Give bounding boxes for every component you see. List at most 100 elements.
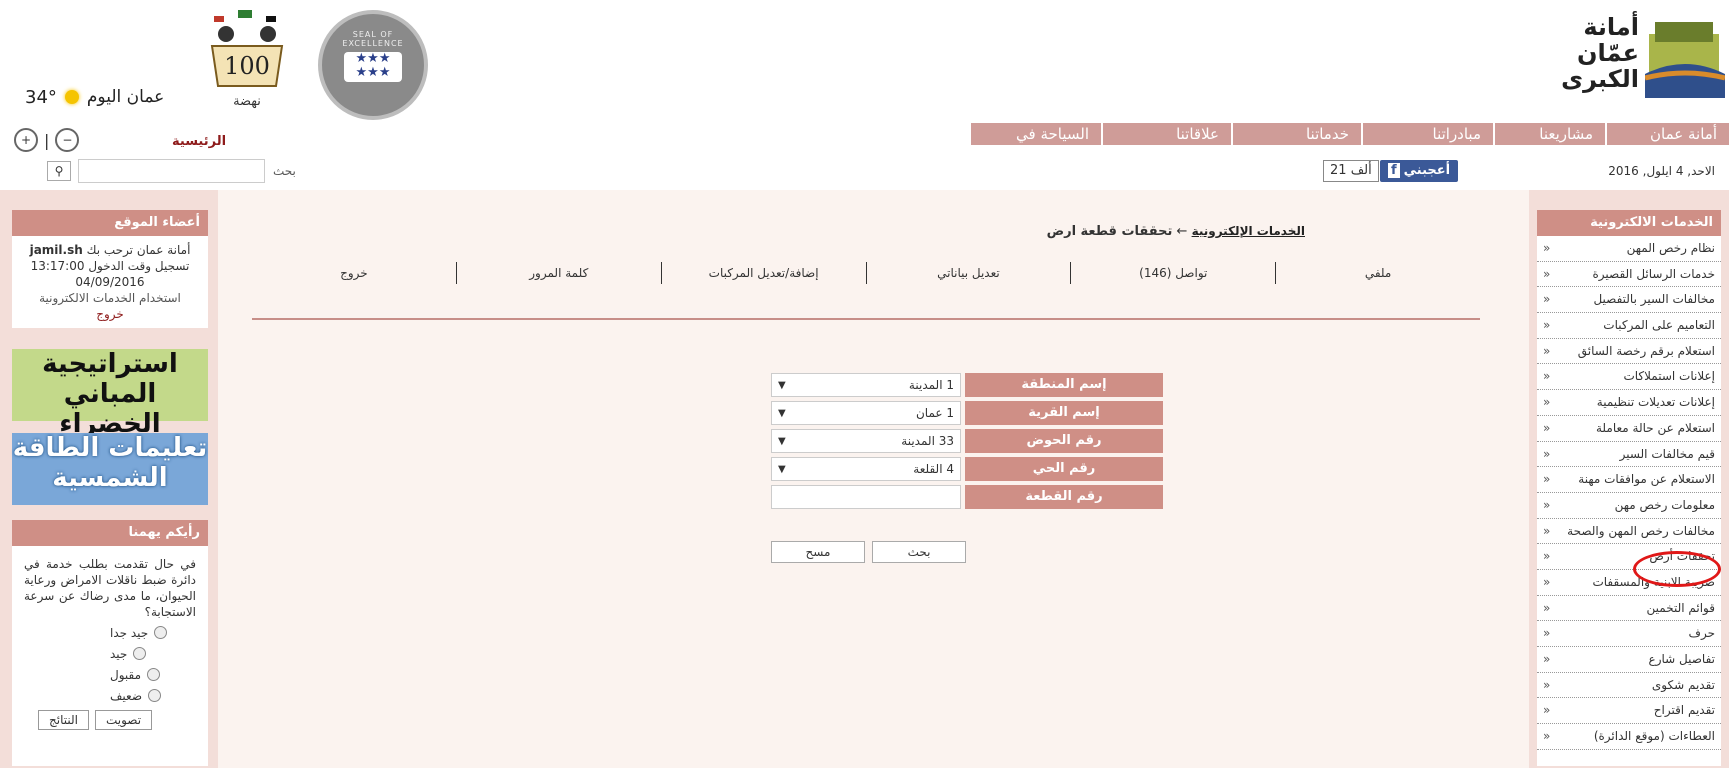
sidebar-item-label: إعلانات تعديلات تنظيمية	[1596, 395, 1715, 410]
sidebar-service-item[interactable]: قوائم التخمين «	[1537, 596, 1721, 622]
basin-label: رقم الحوض	[965, 429, 1163, 453]
nav-tab[interactable]: خدماتنا	[1233, 123, 1361, 145]
sidebar-item-label: مخالفات رخص المهن والصحة	[1567, 523, 1715, 538]
eservices-title: الخدمات الالكترونية	[1537, 210, 1721, 236]
chevron-left-icon: «	[1543, 318, 1551, 333]
account-menu: ملفي تواصل (146) تعديل بياناتي إضافة/تعديل …	[252, 262, 1480, 284]
solar-energy-banner[interactable]: تعليمات الطاقة الشمسية	[12, 433, 208, 505]
sidebar-service-item[interactable]: تقديم شكوى «	[1537, 673, 1721, 699]
members-panel: أعضاء الموقع أمانة عمان ترحب بك jamil.sh…	[12, 210, 208, 328]
zoom-out-icon[interactable]: −	[55, 128, 80, 152]
weather-widget: 34° عمان اليوم	[25, 84, 185, 110]
region-select[interactable]: 1 المدينة ▼	[771, 373, 961, 397]
plot-label: رقم القطعة	[965, 485, 1163, 509]
sidebar-item-label: استعلام عن حالة معاملة	[1596, 420, 1715, 435]
vote-button[interactable]: تصويت	[94, 710, 153, 730]
dropdown-arrow-icon: ▼	[778, 407, 786, 419]
poll-option[interactable]: جيد جدا	[12, 622, 208, 643]
sidebar-service-item[interactable]: تقديم اقتراح «	[1537, 698, 1721, 725]
home-link[interactable]: الرئيسية	[172, 134, 226, 149]
poll-option[interactable]: مقبول	[12, 664, 208, 685]
sidebar-service-item[interactable]: تفاصيل شارع «	[1537, 647, 1721, 673]
village-select[interactable]: 1 عمان ▼	[771, 401, 961, 425]
facebook-like-button[interactable]: f أعجبني	[1380, 160, 1459, 182]
account-menu-item[interactable]: تعديل بياناتي	[865, 262, 1071, 284]
poll-option[interactable]: ضعيف	[12, 685, 208, 706]
account-menu-item[interactable]: إضافة/تعديل المركبات	[660, 262, 866, 284]
basin-select[interactable]: 33 المدينة ▼	[771, 429, 961, 453]
sun-icon	[64, 90, 79, 104]
nav-tab[interactable]: السياحة في عمان	[971, 123, 1101, 165]
search-button[interactable]: بحث	[872, 541, 966, 563]
clear-button[interactable]: مسح	[771, 541, 865, 563]
page-title: تحققات قطعة ارض	[1046, 224, 1173, 239]
radio-button[interactable]	[147, 668, 161, 681]
username: jamil.sh	[29, 243, 83, 257]
sidebar-service-item[interactable]: العطاءات (موقع الدائرة) «	[1537, 724, 1721, 750]
radio-button[interactable]	[133, 647, 147, 660]
sidebar-service-item[interactable]: حرف «	[1537, 621, 1721, 647]
sidebar-service-item[interactable]: قيم مخالفات السير «	[1537, 442, 1721, 468]
poll-title: رأيكم يهمنا	[12, 520, 208, 546]
amman-logo[interactable]: أمانة عمّان الكبرى	[1559, 8, 1729, 100]
search-icon[interactable]: ⚲	[47, 161, 71, 181]
radio-button[interactable]	[154, 626, 168, 639]
chevron-left-icon: «	[1543, 677, 1551, 692]
chevron-left-icon: «	[1543, 729, 1551, 744]
sidebar-service-item[interactable]: استعلام عن حالة معاملة «	[1537, 416, 1721, 442]
sidebar-service-item[interactable]: مخالفات السير بالتفصيل «	[1537, 287, 1721, 314]
banner2-text: تعليمات الطاقة الشمسية	[12, 433, 208, 493]
sidebar-service-item[interactable]: خدمات الرسائل القصيرة «	[1537, 262, 1721, 288]
seal-of-excellence-logo: SEAL OF EXCELLENCE ★★★ ★★★	[318, 10, 428, 120]
sidebar-item-label: تفاصيل شارع	[1648, 652, 1715, 666]
nav-tab[interactable]: مبادراتنا	[1363, 123, 1493, 145]
welcome-text: أمانة عمان ترحب بك	[86, 243, 191, 257]
sidebar-item-label: حرف	[1688, 626, 1715, 641]
breadcrumb: الخدمات الإلكترونية ← تحققات قطعة ارض	[1047, 224, 1305, 239]
login-date: 04/09/2016	[75, 275, 145, 289]
chevron-left-icon: «	[1543, 497, 1551, 512]
region-value: 1 المدينة	[908, 378, 954, 392]
chevron-left-icon: «	[1543, 292, 1551, 307]
nav-tab[interactable]: أمانة عمان	[1607, 123, 1729, 145]
account-menu-item[interactable]: ملفي	[1275, 262, 1480, 284]
centenary-emblem: 100 نهضة	[206, 6, 288, 112]
district-value: 4 القلعة	[913, 462, 954, 476]
sidebar-service-item[interactable]: إعلانات تعديلات تنظيمية «	[1537, 390, 1721, 416]
sidebar-service-item[interactable]: إعلانات استملاكات «	[1537, 364, 1721, 391]
radio-button[interactable]	[148, 689, 162, 702]
sidebar-service-item[interactable]: نظام رخص المهن «	[1537, 236, 1721, 262]
sidebar-service-item[interactable]: استعلام برقم رخصة السائق «	[1537, 339, 1721, 365]
emblem-number: 100	[224, 52, 270, 80]
search-input[interactable]	[78, 159, 265, 183]
chevron-left-icon: «	[1543, 626, 1551, 641]
district-select[interactable]: 4 القلعة ▼	[771, 457, 961, 481]
seal-text: SEAL OF EXCELLENCE	[342, 30, 404, 48]
sidebar-item-label: قيم مخالفات السير	[1619, 446, 1715, 461]
sidebar-item-label: تقديم شكوى	[1651, 677, 1715, 692]
account-menu-item[interactable]: خروج	[252, 262, 456, 284]
poll-option[interactable]: جيد	[12, 643, 208, 664]
weather-label: عمان اليوم	[86, 87, 165, 107]
account-menu-item[interactable]: تواصل (146)	[1070, 262, 1275, 284]
sidebar-service-item[interactable]: معلومات رخص مهن «	[1537, 493, 1721, 519]
green-buildings-banner[interactable]: استراتيجية المباني الخضراء	[12, 349, 208, 439]
plot-number-input[interactable]	[771, 485, 961, 509]
sidebar-service-item[interactable]: التعاميم على المركبات «	[1537, 313, 1721, 339]
logout-link[interactable]: خروج	[20, 306, 200, 322]
basin-value: 33 المدينة	[901, 434, 954, 448]
sidebar-service-item[interactable]: الاستعلام عن موافقات مهنة «	[1537, 467, 1721, 493]
sidebar-service-item[interactable]: مخالفات رخص المهن والصحة «	[1537, 519, 1721, 545]
account-menu-item[interactable]: كلمة المرور	[455, 262, 661, 284]
poll-option-label: مقبول	[110, 667, 142, 682]
zoom-in-icon[interactable]: +	[14, 128, 38, 152]
nav-tab[interactable]: علاقاتنا	[1103, 123, 1231, 145]
nav-tab[interactable]: مشاريعنا	[1495, 123, 1605, 145]
results-button[interactable]: النتائج	[38, 710, 89, 730]
login-time: تسجيل وقت الدخول 13:17:00	[30, 259, 190, 273]
poll-option-label: ضعيف	[110, 688, 143, 703]
breadcrumb-link[interactable]: الخدمات الإلكترونية	[1192, 224, 1305, 238]
temperature: 34°	[25, 86, 57, 108]
eservices-list: نظام رخص المهن «خدمات الرسائل القصيرة «مخا…	[1537, 236, 1721, 750]
usage-link[interactable]: استخدام الخدمات الالكترونية	[20, 290, 200, 306]
